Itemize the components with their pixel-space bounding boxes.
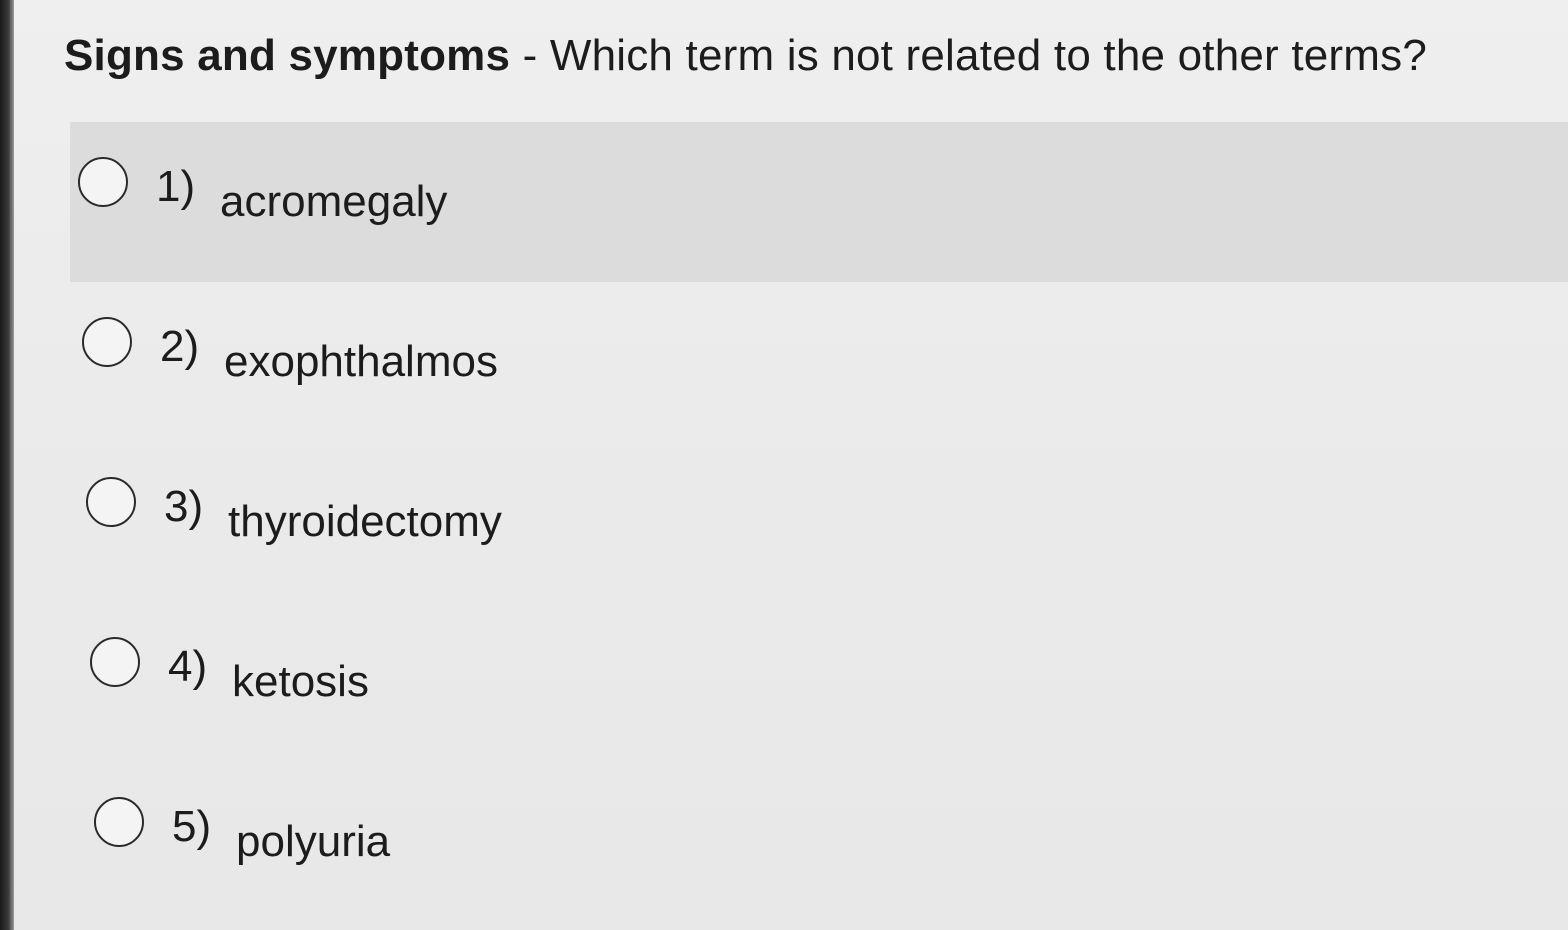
answer-option-1[interactable]: 1) acromegaly (70, 122, 1568, 282)
option-number: 4) (168, 642, 208, 691)
option-label: thyroidectomy (228, 497, 502, 546)
question-heading: Signs and symptoms - Which term is not r… (64, 26, 1427, 86)
option-label: exophthalmos (224, 337, 498, 386)
quiz-screen: Signs and symptoms - Which term is not r… (0, 0, 1568, 930)
option-number: 2) (160, 322, 200, 371)
radio-button-2[interactable] (82, 317, 132, 367)
answer-option-3[interactable]: 3) thyroidectomy (70, 442, 1568, 602)
question-topic: Signs and symptoms (64, 31, 511, 80)
option-label: acromegaly (220, 177, 448, 226)
answer-options: 1) acromegaly 2) exophthalmos 3) thyroid… (70, 122, 1568, 922)
question-separator: - (510, 31, 550, 80)
answer-option-4[interactable]: 4) ketosis (70, 602, 1568, 762)
option-number: 1) (156, 162, 196, 211)
monitor-bezel (0, 0, 14, 930)
option-label: ketosis (232, 657, 369, 706)
answer-option-5[interactable]: 5) polyuria (70, 762, 1568, 922)
question-text: Which term is not related to the other t… (549, 31, 1427, 80)
option-number: 5) (172, 802, 212, 851)
option-number: 3) (164, 482, 204, 531)
answer-option-2[interactable]: 2) exophthalmos (70, 282, 1568, 442)
radio-button-4[interactable] (90, 637, 140, 687)
radio-button-3[interactable] (86, 477, 136, 527)
radio-button-1[interactable] (78, 157, 128, 207)
radio-button-5[interactable] (94, 797, 144, 847)
option-label: polyuria (236, 817, 391, 866)
